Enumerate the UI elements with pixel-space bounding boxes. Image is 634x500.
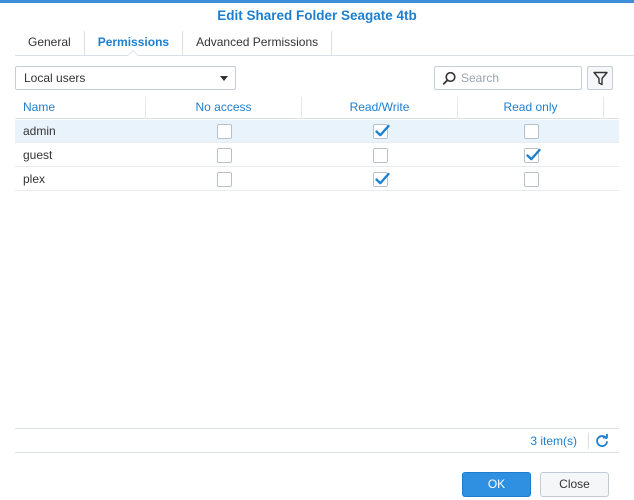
- grid-footer: 3 item(s): [15, 429, 619, 453]
- footer-divider: [588, 433, 589, 449]
- user-type-select[interactable]: Local users: [15, 66, 236, 90]
- user-name-cell: admin: [23, 124, 56, 138]
- read-write-cell: [302, 168, 458, 191]
- tab-permissions[interactable]: Permissions: [83, 31, 182, 56]
- filter-button[interactable]: [587, 66, 613, 90]
- permissions-grid: Name No access Read/Write Read only admi…: [15, 97, 619, 429]
- checkmark-icon: [374, 124, 390, 137]
- read-only-checkbox[interactable]: [523, 172, 539, 187]
- tab-permissions-label: Permissions: [97, 35, 170, 49]
- ok-button[interactable]: OK: [462, 472, 531, 497]
- read-write-checkbox[interactable]: [372, 172, 390, 187]
- read-write-cell: [302, 144, 458, 167]
- read-only-cell: [458, 144, 604, 167]
- refresh-icon[interactable]: [595, 434, 609, 448]
- column-header-no-access[interactable]: No access: [146, 97, 302, 119]
- no-access-checkbox[interactable]: [216, 172, 232, 187]
- user-name-cell: plex: [23, 172, 46, 186]
- read-write-checkbox[interactable]: [372, 124, 390, 139]
- table-row[interactable]: guest: [15, 144, 619, 167]
- filter-icon: [593, 71, 608, 86]
- read-only-checkbox[interactable]: [523, 124, 539, 139]
- column-header-name[interactable]: Name: [15, 97, 146, 119]
- tab-general[interactable]: General: [15, 31, 84, 55]
- active-tab-indicator: [127, 50, 140, 56]
- search-icon: [442, 71, 456, 85]
- close-button[interactable]: Close: [540, 472, 609, 497]
- chevron-down-icon: [220, 76, 228, 81]
- search-input[interactable]: [461, 69, 579, 87]
- read-only-cell: [458, 168, 604, 191]
- table-row[interactable]: plex: [15, 168, 619, 191]
- read-only-checkbox[interactable]: [523, 148, 541, 163]
- column-header-read-only[interactable]: Read only: [458, 97, 604, 119]
- column-header-read-write[interactable]: Read/Write: [302, 97, 458, 119]
- search-box[interactable]: [434, 66, 582, 90]
- no-access-checkbox[interactable]: [216, 148, 232, 163]
- no-access-cell: [146, 120, 302, 143]
- no-access-cell: [146, 168, 302, 191]
- dialog-title: Edit Shared Folder Seagate 4tb: [217, 8, 417, 23]
- tab-general-label: General: [28, 35, 71, 49]
- read-write-cell: [302, 120, 458, 143]
- tab-bar: General Permissions Advanced Permissions: [15, 31, 634, 56]
- column-header-spacer: [604, 97, 619, 119]
- checkmark-icon: [525, 148, 541, 161]
- grid-header: Name No access Read/Write Read only: [15, 97, 619, 119]
- no-access-checkbox[interactable]: [216, 124, 232, 139]
- item-count: 3 item(s): [530, 434, 577, 448]
- edit-shared-folder-dialog: Edit Shared Folder Seagate 4tb General P…: [0, 0, 634, 500]
- tab-advanced-permissions[interactable]: Advanced Permissions: [182, 31, 333, 55]
- table-row[interactable]: admin: [15, 120, 619, 143]
- user-name-cell: guest: [23, 148, 53, 162]
- no-access-cell: [146, 144, 302, 167]
- user-type-select-value: Local users: [24, 71, 86, 85]
- tab-advanced-permissions-label: Advanced Permissions: [196, 35, 319, 49]
- read-only-cell: [458, 120, 604, 143]
- checkmark-icon: [374, 172, 390, 185]
- read-write-checkbox[interactable]: [372, 148, 388, 163]
